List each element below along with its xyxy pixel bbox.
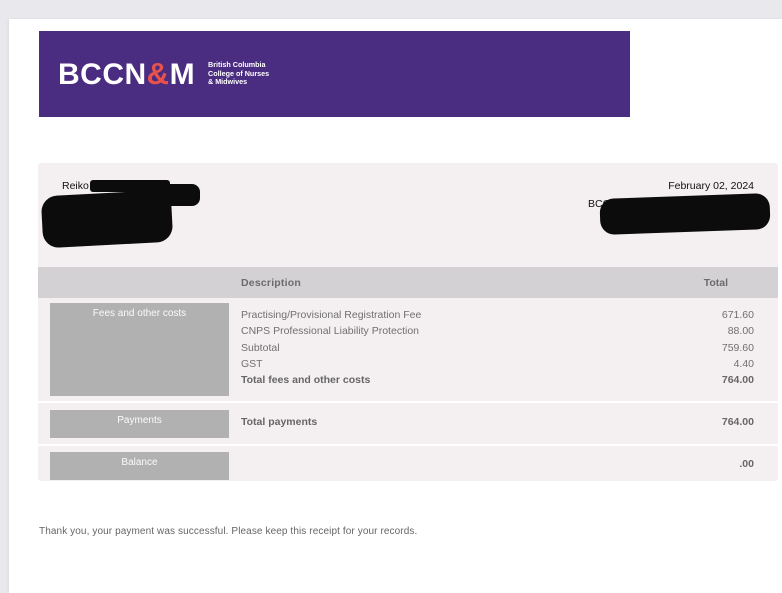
- thank-you-message: Thank you, your payment was successful. …: [39, 526, 418, 537]
- section-label-text: Balance: [121, 457, 158, 468]
- line-item-label: GST: [241, 358, 263, 370]
- section-divider: [38, 444, 778, 446]
- line-item-label: Subtotal: [241, 342, 280, 354]
- section-label-text: Fees and other costs: [92, 308, 187, 319]
- column-header-total: Total: [703, 277, 728, 289]
- logo-letters-b: M: [169, 58, 196, 91]
- logo-letters-a: BCCN: [58, 58, 147, 91]
- section-label-payments: Payments: [50, 410, 229, 438]
- section-label-text: Payments: [117, 415, 162, 426]
- balance-amount: .00: [739, 458, 754, 470]
- payments-total-amount: 764.00: [721, 416, 754, 428]
- redaction-account: [599, 193, 771, 235]
- bccnm-header-banner: BCCN&M British Columbia College of Nurse…: [39, 31, 630, 117]
- section-divider: [38, 401, 778, 403]
- line-item-label: CNPS Professional Liability Protection: [241, 325, 419, 337]
- line-item-amount: 88.00: [727, 325, 754, 337]
- logo-line-3: & Midwives: [208, 77, 248, 87]
- receipt-date: February 02, 2024: [668, 180, 754, 192]
- column-header-description: Description: [241, 277, 301, 289]
- line-item-label: Practising/Provisional Registration Fee: [241, 309, 422, 321]
- section-label-balance: Balance: [50, 452, 229, 480]
- section-label-fees: Fees and other costs: [50, 303, 229, 396]
- logo-ampersand: &: [146, 56, 170, 91]
- logo-wordmark: British Columbia College of Nurses & Mid…: [208, 60, 318, 87]
- redaction-address: [40, 189, 174, 249]
- line-item-amount: 759.60: [721, 342, 754, 354]
- fees-total-label: Total fees and other costs: [241, 374, 371, 386]
- bccnm-logo: BCCN&M: [58, 57, 195, 92]
- recipient-name: Reiko: [62, 180, 89, 192]
- line-item-amount: 4.40: [733, 358, 754, 370]
- payments-total-label: Total payments: [241, 416, 318, 428]
- fees-total-amount: 764.00: [721, 374, 754, 386]
- line-item-amount: 671.60: [721, 309, 754, 321]
